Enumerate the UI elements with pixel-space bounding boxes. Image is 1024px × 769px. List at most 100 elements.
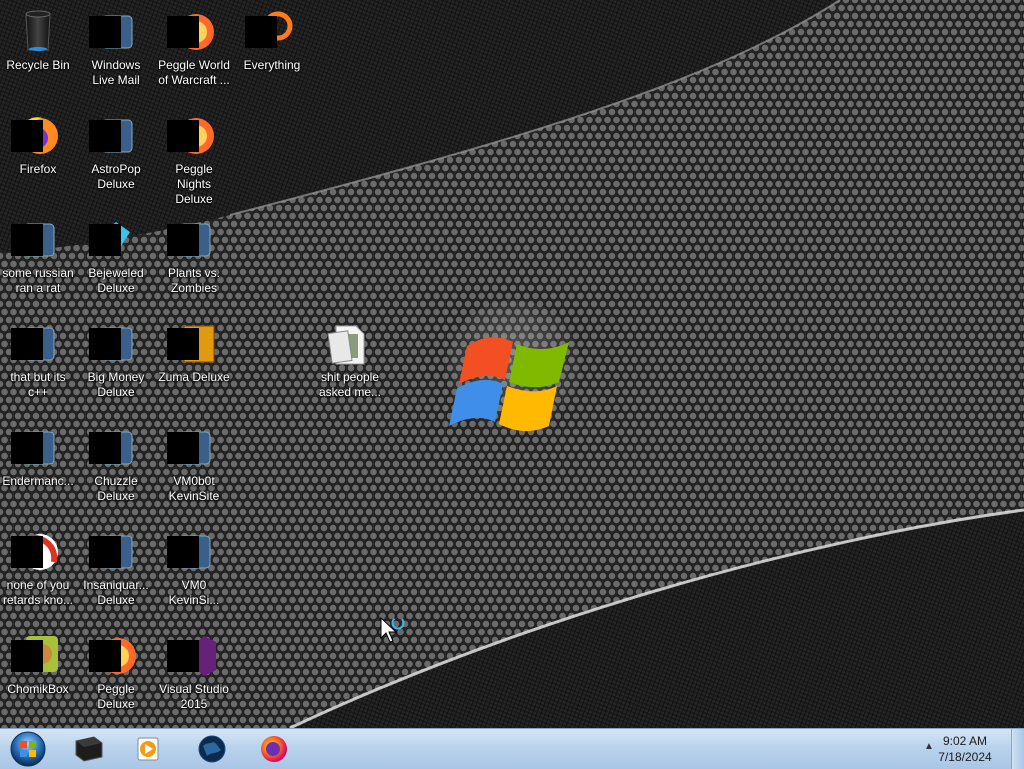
- redaction-box: [11, 536, 43, 568]
- clock[interactable]: 9:02 AM 7/18/2024: [930, 733, 1000, 765]
- zuma-icon: [167, 320, 218, 368]
- redaction-box: [89, 224, 121, 256]
- desktop-icon-label: Everything: [243, 58, 301, 72]
- desktop-icon-label: Big Money Deluxe: [87, 370, 145, 399]
- recycle-bin-icon: [14, 8, 62, 56]
- desktop-icon-label: Firefox: [19, 162, 57, 176]
- desktop-icon-label: Peggle World of Warcraft ...: [158, 58, 230, 87]
- redaction-box: [11, 224, 43, 256]
- desktop[interactable]: Recycle Bin Windows Live Mail Peggle World…: [0, 0, 1024, 728]
- fish-icon: [89, 528, 140, 576]
- document-icon: [11, 216, 62, 264]
- desktop-icon-label: VM0b0t KevinSite: [168, 474, 220, 503]
- desktop-icon-label: Peggle Nights Deluxe: [175, 162, 213, 206]
- money-icon: [89, 320, 140, 368]
- redaction-box: [167, 432, 199, 464]
- desktop-icon-label: Zuma Deluxe: [158, 370, 230, 384]
- redaction-box: [11, 432, 43, 464]
- taskbar-item-1[interactable]: [64, 731, 112, 767]
- flower-icon: [167, 216, 218, 264]
- desktop-icon-label: Windows Live Mail: [91, 58, 141, 87]
- desktop-icon-everything[interactable]: Everything: [234, 4, 310, 73]
- ball-icon: [11, 528, 62, 576]
- desktop-icon-some-russian-ran-a-rat[interactable]: some russian ran a rat: [0, 212, 76, 296]
- desktop-icon-label: Endermanc...: [2, 474, 74, 488]
- peggle-icon: [167, 8, 218, 56]
- vm-icon: [167, 528, 218, 576]
- astropop-icon: [89, 112, 140, 160]
- show-desktop-button[interactable]: [1011, 729, 1024, 769]
- desktop-icon-label: Recycle Bin: [6, 58, 70, 72]
- redaction-box: [11, 640, 43, 672]
- peggle-icon: [167, 112, 218, 160]
- folder-icon: [326, 320, 374, 368]
- desktop-icon-vm0b0t-kevinsite[interactable]: VM0b0t KevinSite: [156, 420, 232, 504]
- redaction-box: [167, 16, 199, 48]
- redaction-box: [167, 536, 199, 568]
- taskbar-item-4[interactable]: [250, 731, 298, 767]
- desktop-icon-label: Plants vs. Zombies: [167, 266, 221, 295]
- desktop-icon-endermanch[interactable]: Endermanc...: [0, 420, 76, 489]
- desktop-icon-label: Chuzzle Deluxe: [94, 474, 138, 503]
- redaction-box: [11, 328, 43, 360]
- desktop-icon-chuzzle-deluxe[interactable]: Chuzzle Deluxe: [78, 420, 154, 504]
- globe-icon: [198, 735, 226, 763]
- desktop-icon-plants-vs-zombies[interactable]: Plants vs. Zombies: [156, 212, 232, 296]
- mail-icon: [89, 8, 140, 56]
- redaction-box: [167, 640, 199, 672]
- desktop-icon-that-but-its-cpp[interactable]: that but its c++: [0, 316, 76, 400]
- monitor-icon: [75, 736, 103, 762]
- desktop-icon-recycle-bin[interactable]: Recycle Bin: [0, 4, 76, 73]
- taskbar: ▲ 9:02 AM 7/18/2024: [0, 728, 1024, 769]
- desktop-icon-astropop-deluxe[interactable]: AstroPop Deluxe: [78, 108, 154, 192]
- desktop-icon-chomikbox[interactable]: ChomikBox: [0, 628, 76, 697]
- desktop-icon-zuma-deluxe[interactable]: Zuma Deluxe: [156, 316, 232, 385]
- desktop-icon-peggle-deluxe[interactable]: Peggle Deluxe: [78, 628, 154, 712]
- redaction-box: [89, 432, 121, 464]
- desktop-icon-shit-people-asked-me[interactable]: shit people asked me...: [312, 316, 388, 400]
- redaction-box: [11, 120, 43, 152]
- clock-time: 9:02 AM: [942, 734, 988, 748]
- redaction-box: [245, 16, 277, 48]
- redaction-box: [89, 328, 121, 360]
- desktop-icon-bejeweled-deluxe[interactable]: Bejeweled Deluxe: [78, 212, 154, 296]
- desktop-icon-label: Visual Studio 2015: [159, 682, 229, 711]
- files-icon: [11, 320, 62, 368]
- taskbar-item-3[interactable]: [188, 731, 236, 767]
- redaction-box: [89, 16, 121, 48]
- terminal-icon: [11, 424, 62, 472]
- desktop-icon-insaniquarium-deluxe[interactable]: Insaniquar... Deluxe: [78, 524, 154, 608]
- desktop-icon-vm0-kevinsite[interactable]: VM0 KevinSi...: [156, 524, 232, 608]
- hamster-icon: [11, 632, 62, 680]
- desktop-icon-label: Peggle Deluxe: [97, 682, 135, 711]
- desktop-icon-label: shit people asked me...: [318, 370, 382, 399]
- desktop-icon-label: ChomikBox: [7, 682, 69, 696]
- desktop-icon-peggle-world-of-warcraft[interactable]: Peggle World of Warcraft ...: [156, 4, 232, 88]
- start-button[interactable]: [6, 731, 50, 767]
- taskbar-item-2[interactable]: [124, 731, 172, 767]
- desktop-icon-firefox[interactable]: Firefox: [0, 108, 76, 177]
- media-player-icon: [137, 737, 159, 761]
- windows-orb-icon: [10, 731, 46, 767]
- chuzzle-icon: [89, 424, 140, 472]
- clock-date: 7/18/2024: [938, 750, 992, 764]
- peggle-icon: [89, 632, 140, 680]
- redaction-box: [89, 120, 121, 152]
- desktop-icon-label: AstroPop Deluxe: [91, 162, 141, 191]
- visual-studio-icon: [167, 632, 218, 680]
- desktop-icon-peggle-nights-deluxe[interactable]: Peggle Nights Deluxe: [156, 108, 232, 207]
- desktop-icon-big-money-deluxe[interactable]: Big Money Deluxe: [78, 316, 154, 400]
- redaction-box: [167, 328, 199, 360]
- busy-cursor-icon: [380, 616, 405, 643]
- desktop-icon-label: VM0 KevinSi...: [168, 578, 220, 607]
- desktop-icon-windows-live-mail[interactable]: Windows Live Mail: [78, 4, 154, 88]
- search-icon: [245, 8, 296, 56]
- desktop-icon-none-of-you-retards[interactable]: none of you retards kno...: [0, 524, 76, 608]
- desktop-icon-visual-studio-2015[interactable]: Visual Studio 2015: [156, 628, 232, 712]
- redaction-box: [89, 640, 121, 672]
- desktop-icon-label: Bejeweled Deluxe: [88, 266, 144, 295]
- redaction-box: [167, 224, 199, 256]
- desktop-icon-label: that but its c++: [10, 370, 66, 399]
- windows-logo: [445, 300, 581, 436]
- redaction-box: [167, 120, 199, 152]
